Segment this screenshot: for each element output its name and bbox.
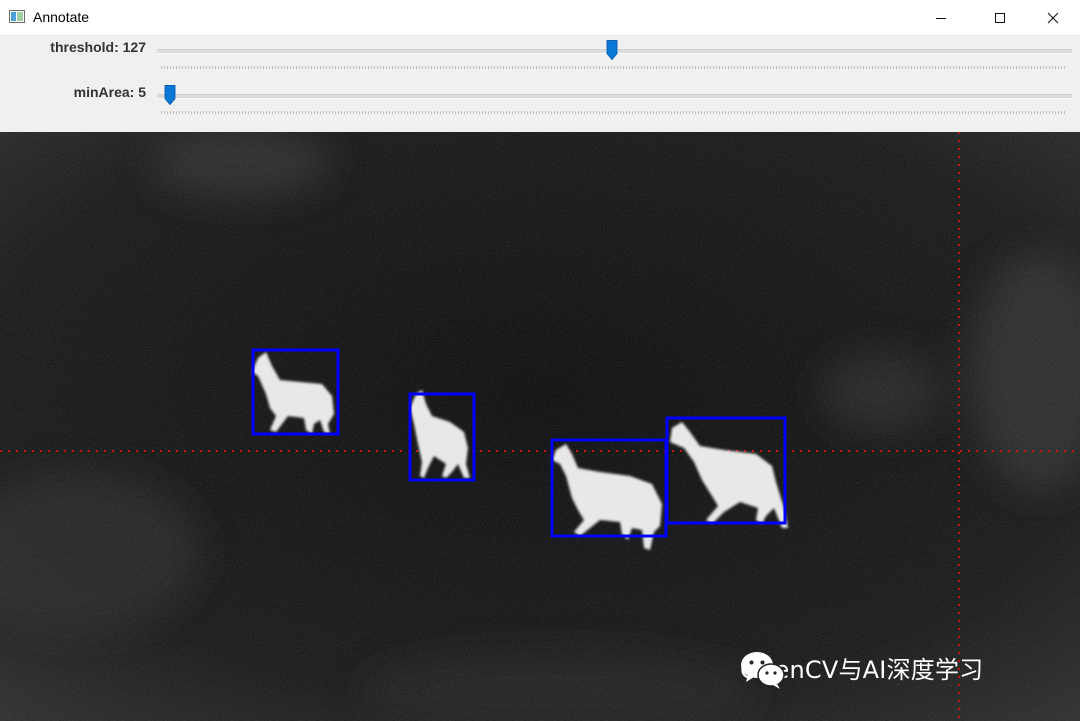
- minimize-icon: [936, 17, 946, 19]
- maximize-button[interactable]: [977, 0, 1023, 35]
- minarea-slider-thumb[interactable]: [164, 85, 176, 105]
- title-bar: Annotate: [0, 0, 1080, 36]
- trackbar-panel: threshold: 127 minArea: 5: [0, 36, 1080, 132]
- thermal-image: [0, 132, 1080, 721]
- minarea-label: minArea: 5: [73, 84, 146, 100]
- minimize-button[interactable]: [918, 0, 964, 35]
- threshold-ticks: [161, 66, 1067, 69]
- close-button[interactable]: [1030, 0, 1076, 35]
- watermark: OpenCV与AI深度学习: [740, 650, 983, 689]
- threshold-label: threshold: 127: [50, 39, 146, 55]
- wechat-icon: [741, 652, 785, 689]
- app-icon: [9, 10, 25, 23]
- minarea-ticks: [161, 111, 1067, 114]
- minarea-track[interactable]: [157, 94, 1072, 99]
- window-title: Annotate: [33, 9, 90, 25]
- threshold-slider-thumb[interactable]: [606, 40, 618, 60]
- image-canvas[interactable]: OpenCV与AI深度学习: [0, 132, 1080, 721]
- close-icon: [1047, 12, 1059, 23]
- maximize-icon: [995, 12, 1005, 23]
